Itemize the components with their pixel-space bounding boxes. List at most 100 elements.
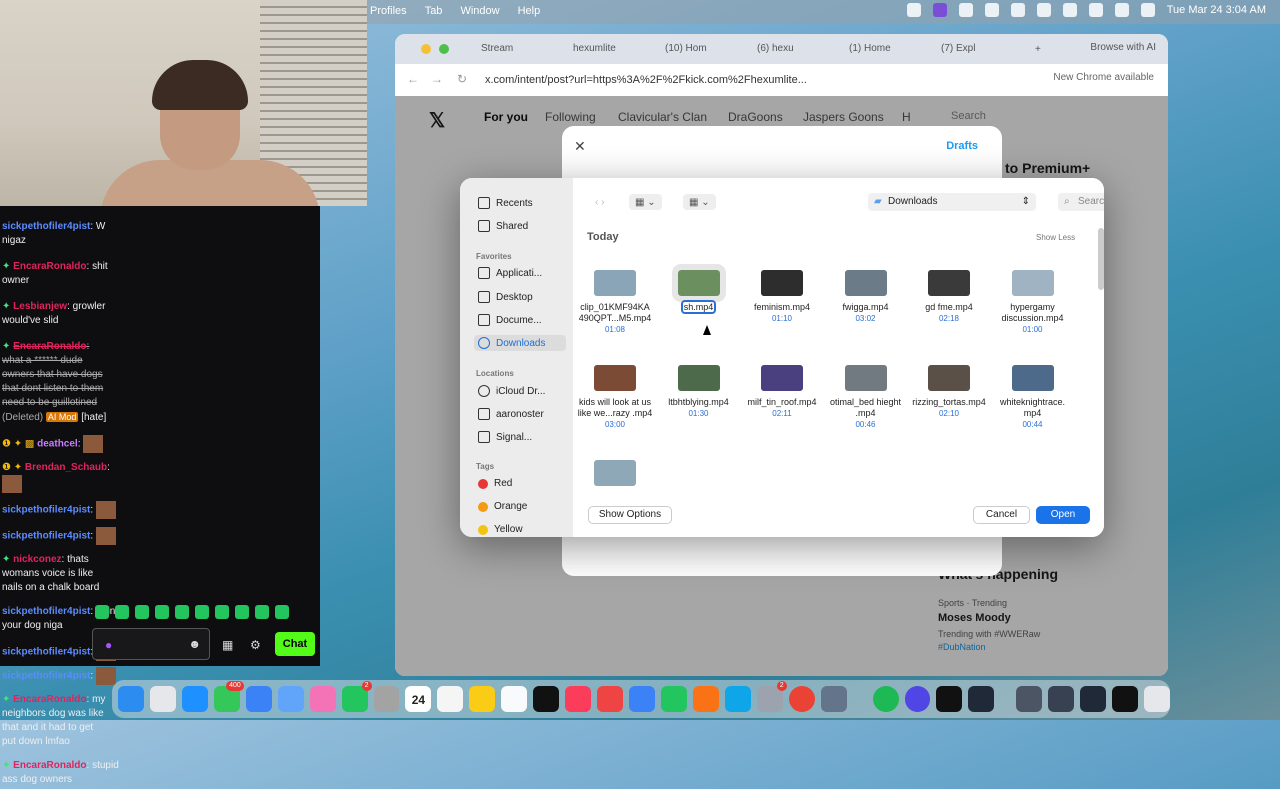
file-item[interactable]: feminism.mp4 01:10	[740, 270, 824, 323]
control-center-icon[interactable]	[1140, 3, 1155, 17]
reload-icon[interactable]: ↻	[457, 72, 467, 86]
chat-username[interactable]: EncaraRonaldo	[13, 261, 86, 272]
finder-icon[interactable]	[118, 686, 144, 712]
preview-icon[interactable]	[820, 686, 847, 712]
recent-window-icon[interactable]	[1016, 686, 1043, 712]
sidebar-tag-yellow[interactable]: Yellow	[478, 524, 523, 535]
emote-icon[interactable]	[255, 605, 269, 619]
file-item[interactable]: fwigga.mp4 03:02	[824, 270, 908, 323]
emote-icon[interactable]	[95, 605, 109, 619]
dialog-search-input[interactable]: ⌕ Search	[1058, 193, 1104, 211]
menu-help[interactable]: Help	[518, 5, 541, 17]
play-icon[interactable]	[958, 3, 973, 17]
browser-tab[interactable]: hexumlite	[567, 38, 657, 60]
reminders-icon[interactable]	[437, 686, 464, 712]
calendar-icon[interactable]: 24	[405, 686, 432, 712]
photos-icon[interactable]	[309, 686, 336, 712]
screen-share-icon[interactable]	[906, 3, 921, 17]
spotify-icon[interactable]	[872, 686, 899, 712]
file-item[interactable]: otimal_bed hieght .mp4 00:46	[824, 365, 908, 429]
sidebar-item-documents[interactable]: Docume...	[478, 314, 542, 326]
trash-icon[interactable]	[1144, 686, 1170, 712]
new-tab-button[interactable]: +	[1035, 44, 1041, 55]
app-store-icon[interactable]	[724, 686, 751, 712]
bluetooth-icon[interactable]	[1062, 3, 1077, 17]
contacts-icon[interactable]	[373, 686, 400, 712]
maps-icon[interactable]	[277, 686, 304, 712]
chat-username[interactable]: sickpethofiler4pist	[2, 531, 90, 542]
chat-username[interactable]: sickpethofiler4pist	[2, 671, 90, 682]
safari-icon[interactable]	[181, 686, 208, 712]
music-icon[interactable]	[565, 686, 592, 712]
store-icon[interactable]: ▦	[222, 638, 233, 652]
chat-username[interactable]: EncaraRonaldo	[13, 341, 86, 352]
numbers-icon[interactable]	[660, 686, 687, 712]
chat-username[interactable]: sickpethofiler4pist	[2, 606, 90, 617]
emote-icon[interactable]	[115, 605, 129, 619]
cancel-button[interactable]: Cancel	[973, 506, 1030, 524]
back-nav-button[interactable]: ‹ ›	[589, 194, 610, 210]
drafts-button[interactable]: Drafts	[946, 140, 978, 152]
sidebar-item-home[interactable]: aaronoster	[478, 408, 544, 420]
emote-icon[interactable]	[235, 605, 249, 619]
menu-window[interactable]: Window	[460, 5, 499, 17]
chat-username[interactable]: sickpethofiler4pist	[2, 221, 90, 232]
menu-tab[interactable]: Tab	[425, 5, 443, 17]
siri-icon[interactable]	[1114, 3, 1129, 17]
emote-icon[interactable]	[135, 605, 149, 619]
forward-icon[interactable]: →	[431, 72, 443, 86]
battery-icon[interactable]	[1010, 3, 1025, 17]
browser-tab[interactable]: (1) Home	[843, 38, 933, 60]
zoom-button[interactable]	[439, 44, 449, 54]
menu-profiles[interactable]: Profiles	[370, 5, 407, 17]
chrome-icon[interactable]	[788, 686, 815, 712]
sidebar-item-shared[interactable]: Shared	[478, 220, 528, 232]
scrollbar[interactable]	[1098, 228, 1104, 290]
chat-username[interactable]: Lesbianjew	[13, 301, 67, 312]
file-item[interactable]: hypergamy discussion.mp4 01:00	[991, 270, 1075, 334]
mail-icon[interactable]	[245, 686, 272, 712]
clock[interactable]: Tue Mar 24 3:04 AM	[1167, 4, 1266, 16]
siri-app-icon[interactable]	[904, 686, 931, 712]
moon-icon[interactable]	[984, 3, 999, 17]
recent-window-icon[interactable]	[1112, 686, 1139, 712]
emote-icon[interactable]	[275, 605, 289, 619]
browser-tab[interactable]: Stream	[475, 38, 565, 60]
chat-input[interactable]: ● ☻	[92, 628, 210, 660]
chat-username[interactable]: EncaraRonaldo	[13, 694, 86, 705]
wifi-icon[interactable]	[1036, 3, 1051, 17]
chat-username[interactable]: deathcel	[37, 439, 78, 450]
location-popup[interactable]: ▰ Downloads ⇕	[868, 193, 1036, 211]
back-icon[interactable]: ←	[407, 72, 419, 86]
recent-window-icon[interactable]	[1080, 686, 1107, 712]
file-item[interactable]: kids will look at us like we...razy .mp4…	[573, 365, 657, 429]
sidebar-item-signal[interactable]: Signal...	[478, 431, 532, 443]
notes-icon[interactable]	[469, 686, 496, 712]
file-item[interactable]: whiteknightrace. mp4 00:44	[991, 365, 1075, 429]
news-icon[interactable]	[597, 686, 623, 712]
group-button[interactable]: ▦ ⌄	[683, 194, 716, 210]
gear-icon[interactable]: ⚙	[250, 638, 261, 652]
browser-tab[interactable]: (6) hexu	[751, 38, 841, 60]
minimize-button[interactable]	[421, 44, 431, 54]
emote-icon[interactable]	[215, 605, 229, 619]
chat-username[interactable]: sickpethofiler4pist	[2, 505, 90, 516]
emote-icon[interactable]	[175, 605, 189, 619]
file-item[interactable]: sh.mp4	[657, 264, 741, 314]
record-icon[interactable]	[932, 3, 947, 17]
update-chip[interactable]: New Chrome available	[1053, 72, 1154, 83]
show-options-button[interactable]: Show Options	[588, 506, 672, 524]
facetime-icon[interactable]: 2	[341, 681, 372, 712]
sidebar-tag-red[interactable]: Red	[478, 478, 512, 489]
show-less-button[interactable]: Show Less	[1036, 233, 1075, 242]
activity-monitor-icon[interactable]	[968, 686, 995, 712]
open-button[interactable]: Open	[1036, 506, 1090, 524]
file-item[interactable]: ltbhtblying.mp4 01:30	[657, 365, 741, 418]
icon-view-button[interactable]: ▦ ⌄	[629, 194, 662, 210]
sidebar-item-downloads[interactable]: Downloads	[474, 335, 566, 351]
emote-icon[interactable]	[155, 605, 169, 619]
keynote-icon[interactable]	[629, 686, 655, 712]
chat-username[interactable]: EncaraRonaldo	[13, 760, 86, 771]
launchpad-icon[interactable]	[149, 686, 176, 712]
chat-username[interactable]: Brendan_Schaub	[25, 462, 107, 473]
